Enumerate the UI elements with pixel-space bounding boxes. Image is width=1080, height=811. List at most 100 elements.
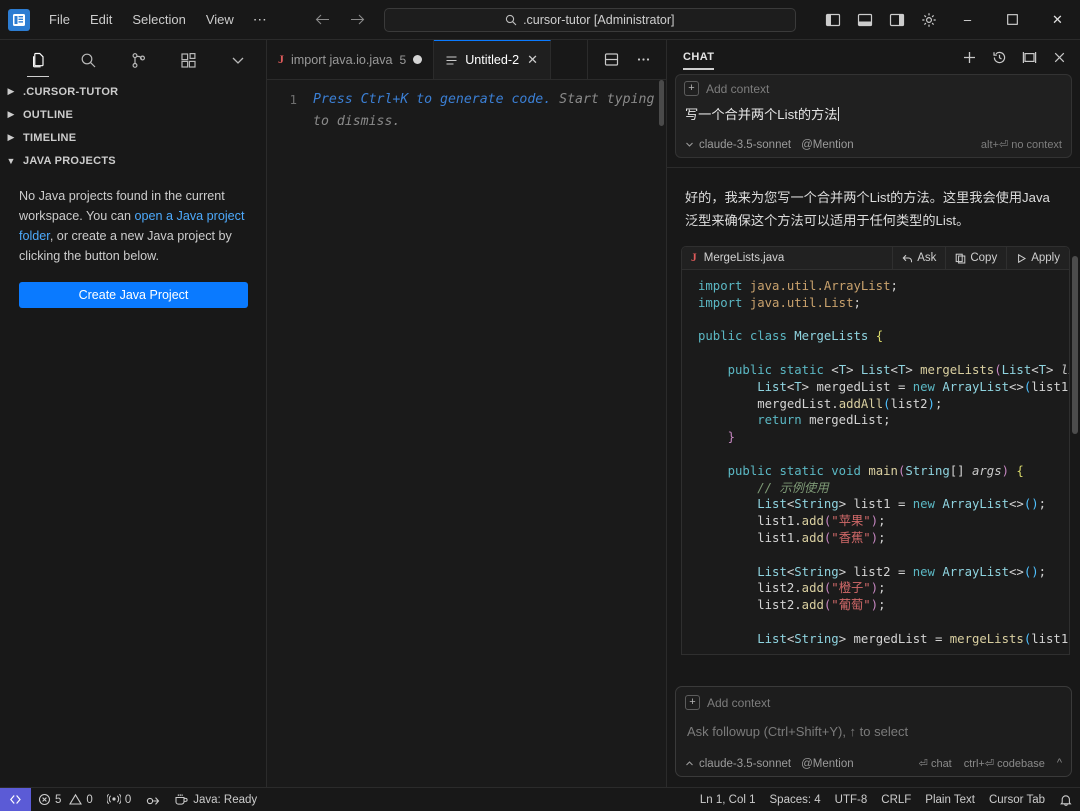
status-cursor-position[interactable]: Ln 1, Col 1 (693, 788, 763, 811)
arrow-left-icon[interactable] (312, 11, 333, 28)
java-status-label: Java: Ready (193, 793, 258, 806)
chevron-up-icon[interactable]: ^ (1057, 757, 1062, 770)
close-icon[interactable]: ✕ (526, 52, 539, 68)
menu-item-edit[interactable]: Edit (81, 8, 121, 31)
java-empty-message: No Java projects found in the current wo… (19, 186, 247, 266)
more-actions-icon[interactable] (632, 49, 654, 71)
chat-header-actions (957, 45, 1072, 70)
status-cursor-tab[interactable]: Cursor Tab (982, 788, 1052, 811)
chat-followup-composer[interactable]: + Add context Ask followup (Ctrl+Shift+Y… (675, 686, 1072, 777)
extensions-icon[interactable] (175, 45, 201, 75)
model-selector-bottom[interactable]: claude-3.5-sonnet (685, 758, 791, 770)
status-eol[interactable]: CRLF (874, 788, 918, 811)
status-ports[interactable]: 0 (100, 788, 138, 811)
mention-button-bottom[interactable]: @Mention (801, 758, 854, 770)
editor-tab-label: import java.io.java (291, 52, 393, 67)
menu-item-selection[interactable]: Selection (123, 8, 194, 31)
status-run-and-debug[interactable] (138, 788, 167, 811)
workspace-title: .cursor-tutor [Administrator] (523, 12, 675, 27)
status-language-mode[interactable]: Plain Text (918, 788, 982, 811)
chevron-down-icon[interactable] (225, 45, 251, 75)
sidebar-section-java-projects[interactable]: ▼ JAVA PROJECTS (0, 149, 266, 172)
chat-user-prompt[interactable]: + Add context 写一个合并两个List的方法 claude-3.5-… (675, 74, 1072, 158)
explorer-icon[interactable] (25, 45, 51, 77)
command-center-search[interactable]: .cursor-tutor [Administrator] (383, 7, 796, 32)
expand-icon[interactable] (1017, 45, 1042, 70)
close-icon[interactable] (1047, 45, 1072, 70)
sidebar-section-label: OUTLINE (23, 108, 74, 121)
ask-button[interactable]: Ask (892, 247, 945, 269)
chat-panel-title: CHAT (683, 51, 715, 70)
plus-icon[interactable]: + (685, 695, 700, 710)
add-context-label: Add context (706, 81, 770, 96)
search-icon (505, 14, 517, 26)
chevron-up-icon (686, 761, 693, 766)
toggle-secondary-sidebar-icon[interactable] (881, 0, 913, 39)
unsaved-indicator-icon[interactable] (413, 55, 423, 64)
chat-scrollbar[interactable] (1072, 256, 1078, 434)
navigation-controls (312, 11, 368, 28)
create-java-project-button[interactable]: Create Java Project (19, 282, 248, 308)
sidebar-section-timeline[interactable]: ▶ TIMELINE (0, 126, 266, 149)
model-name: claude-3.5-sonnet (699, 138, 792, 151)
code-block-header: J MergeLists.java Ask Copy Apply (682, 247, 1069, 270)
code-block-content[interactable]: import java.util.ArrayList; import java.… (682, 270, 1069, 654)
chat-conversation[interactable]: 好的，我来为您写一个合并两个List的方法。这里我会使用Java泛型来确保这个方… (667, 168, 1080, 678)
assistant-message: 好的，我来为您写一个合并两个List的方法。这里我会使用Java泛型来确保这个方… (685, 190, 1050, 228)
history-icon[interactable] (987, 45, 1012, 70)
gear-icon[interactable] (913, 0, 945, 39)
mention-button-top[interactable]: @Mention (801, 139, 854, 151)
editor-scrollbar[interactable] (659, 80, 664, 126)
primary-sidebar: ▶ .CURSOR-TUTOR ▶ OUTLINE ▶ TIMELINE ▼ J… (0, 40, 267, 787)
new-chat-icon[interactable] (957, 45, 982, 70)
java-projects-empty-state: No Java projects found in the current wo… (0, 172, 266, 308)
plus-icon[interactable]: + (684, 81, 699, 96)
line-number: 1 (289, 92, 297, 107)
toggle-primary-sidebar-icon[interactable] (817, 0, 849, 39)
status-java[interactable]: Java: Ready (167, 788, 264, 811)
search-icon[interactable] (75, 45, 101, 75)
menu-item-view[interactable]: View (197, 8, 243, 31)
bell-dot-icon[interactable] (1052, 788, 1080, 811)
followup-footer: claude-3.5-sonnet @Mention ⏎ chat ctrl+⏎… (685, 757, 1062, 770)
followup-input[interactable]: Ask followup (Ctrl+Shift+Y), ↑ to select (685, 716, 1062, 757)
code-block-card: J MergeLists.java Ask Copy Apply import … (681, 246, 1070, 655)
chat-header: CHAT (667, 40, 1080, 74)
window-close-button[interactable]: ✕ (1035, 0, 1080, 39)
add-context-row-top[interactable]: + Add context (684, 81, 1063, 96)
toggle-panel-icon[interactable] (849, 0, 881, 39)
model-selector-top[interactable]: claude-3.5-sonnet (685, 139, 791, 151)
window-minimize-button[interactable]: – (945, 0, 990, 39)
editor-tab-bar: J import java.io.java 5 Untitled-2 ✕ (267, 40, 666, 80)
editor-content[interactable]: 1 Press Ctrl+K to generate code. Start t… (267, 80, 666, 787)
warning-count: 0 (86, 793, 93, 806)
error-circle-icon (38, 793, 51, 806)
split-editor-icon[interactable] (600, 49, 622, 71)
status-indentation[interactable]: Spaces: 4 (763, 788, 828, 811)
chevron-right-icon: ▶ (7, 132, 15, 142)
menu-more-button[interactable]: ⋯ (245, 9, 276, 30)
reply-arrow-icon (902, 254, 913, 262)
apply-button[interactable]: Apply (1006, 247, 1069, 269)
chat-panel: CHAT + Add context 写一个合并两个List的方法 claude… (667, 40, 1080, 787)
menu-item-file[interactable]: File (40, 8, 79, 31)
editor-tab-import-java-io[interactable]: J import java.io.java 5 (267, 40, 435, 79)
arrow-right-icon[interactable] (347, 11, 368, 28)
source-control-icon[interactable] (125, 45, 151, 75)
editor-tab-actions (587, 40, 666, 79)
sidebar-section-cursor-tutor[interactable]: ▶ .CURSOR-TUTOR (0, 80, 266, 103)
chat-prompt-input[interactable]: 写一个合并两个List的方法 (684, 102, 1063, 135)
add-context-row-bottom[interactable]: + Add context (685, 695, 1062, 710)
java-empty-text-2: , or create a new Java project by clicki… (19, 229, 232, 263)
remote-window-icon[interactable] (0, 788, 31, 811)
editor-tab-untitled-2[interactable]: Untitled-2 ✕ (434, 40, 551, 79)
sidebar-section-outline[interactable]: ▶ OUTLINE (0, 103, 266, 126)
coffee-icon (174, 793, 189, 806)
radio-tower-icon (106, 793, 121, 806)
status-problems[interactable]: 5 0 (31, 788, 100, 811)
editor-tab-label: Untitled-2 (465, 53, 520, 67)
no-context-hint: alt+⏎ no context (980, 139, 1062, 151)
copy-button[interactable]: Copy (945, 247, 1006, 269)
window-maximize-button[interactable] (990, 0, 1035, 39)
status-encoding[interactable]: UTF-8 (828, 788, 875, 811)
